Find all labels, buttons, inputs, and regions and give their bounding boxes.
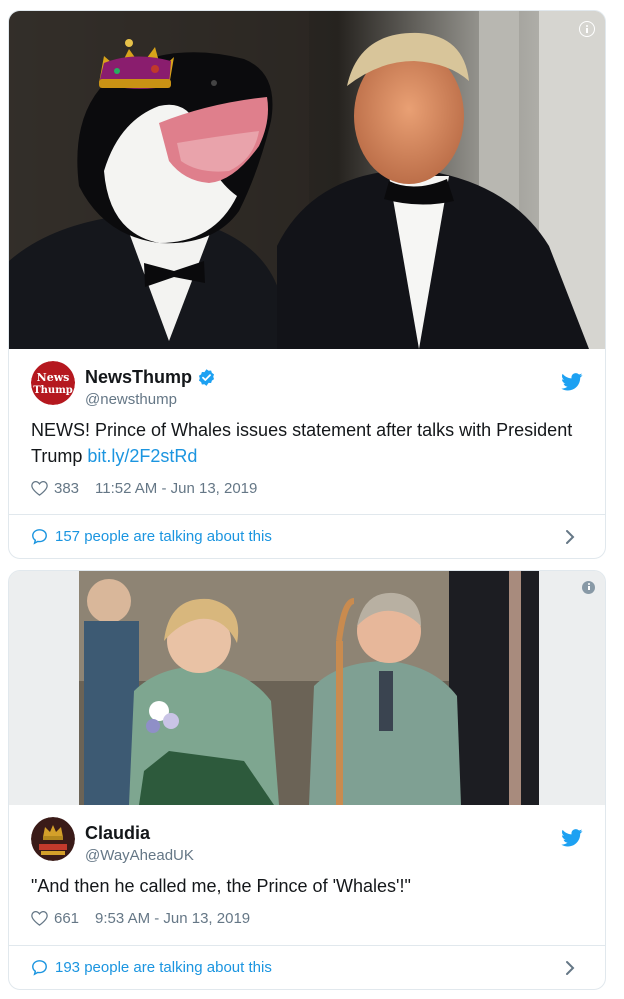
tweet-text: NEWS! Prince of Whales issues statement … [31, 420, 573, 466]
like-count: 383 [54, 479, 80, 497]
conversation-link[interactable]: 193 people are talking about this [9, 945, 605, 989]
avatar[interactable] [31, 817, 75, 861]
speech-bubble-icon [32, 529, 47, 545]
tweet-card[interactable]: News Thump NewsThump @newsthump NEWS! Pr… [8, 10, 606, 559]
heart-icon[interactable] [31, 480, 48, 496]
info-icon[interactable] [579, 21, 595, 37]
info-icon[interactable] [582, 581, 595, 594]
timestamp[interactable]: 11:52 AM - Jun 13, 2019 [95, 480, 257, 497]
twitter-bird-icon[interactable] [561, 829, 583, 847]
newsthump-logo: News Thump [31, 361, 75, 405]
timestamp[interactable]: 9:53 AM - Jun 13, 2019 [95, 910, 250, 927]
speech-bubble-icon [32, 960, 47, 976]
verified-badge-icon [198, 369, 215, 386]
claudia-avatar [31, 817, 75, 861]
chevron-right-icon[interactable] [565, 960, 575, 976]
svg-text:Thump: Thump [33, 385, 73, 396]
chevron-right-icon[interactable] [565, 529, 575, 545]
tweet-text: "And then he called me, the Prince of 'W… [31, 876, 411, 896]
tweet-link[interactable]: bit.ly/2F2stRd [87, 446, 197, 466]
author-handle[interactable]: @newsthump [85, 391, 177, 408]
author-name[interactable]: Claudia [85, 823, 150, 844]
tweet-media-photo[interactable] [9, 571, 605, 805]
whale-trump-photo [9, 11, 605, 349]
conversation-link[interactable]: 157 people are talking about this [9, 514, 605, 558]
like-count: 661 [54, 909, 80, 927]
author-handle[interactable]: @WayAheadUK [85, 847, 194, 864]
avatar[interactable]: News Thump [31, 361, 75, 405]
tweet-card[interactable]: Claudia @WayAheadUK "And then he called … [8, 570, 606, 990]
royal-couple-photo [9, 571, 605, 805]
talking-count: 193 people are talking about this [55, 959, 272, 976]
heart-icon[interactable] [31, 910, 48, 926]
talking-count: 157 people are talking about this [55, 528, 272, 545]
svg-text:News: News [37, 371, 70, 384]
twitter-bird-icon[interactable] [561, 373, 583, 391]
tweet-media-photo[interactable] [9, 11, 605, 349]
author-name[interactable]: NewsThump [85, 367, 192, 388]
